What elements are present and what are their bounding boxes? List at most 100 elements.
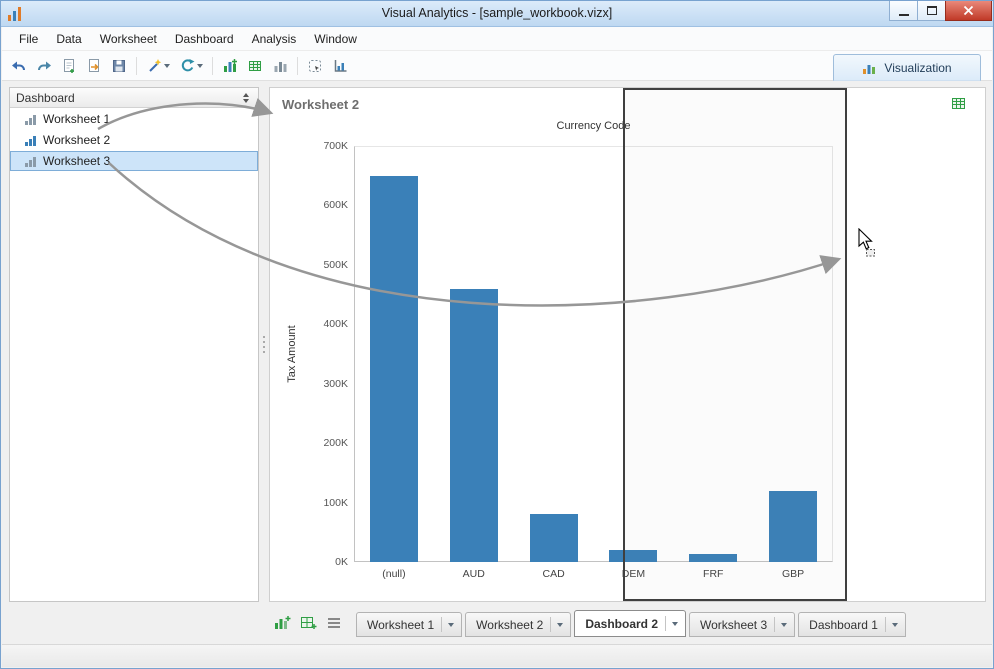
tab-dashboard-1[interactable]: Dashboard 1 [798, 612, 906, 637]
menu-item-file[interactable]: File [10, 28, 47, 50]
axes-icon [334, 59, 347, 72]
tab-label: Worksheet 2 [476, 617, 544, 632]
tab-label: Dashboard 1 [809, 617, 878, 632]
y-tick-label: 700K [323, 140, 348, 152]
minimize-icon [898, 13, 909, 16]
maximize-button[interactable] [917, 1, 946, 21]
new-worksheet-icon[interactable] [274, 615, 291, 634]
undo-button[interactable] [8, 55, 30, 77]
sheet-list-icon[interactable] [326, 616, 342, 633]
visualization-tab-icon [863, 64, 876, 74]
refresh-dropdown-icon [196, 63, 203, 68]
tab-label: Dashboard 2 [585, 616, 658, 631]
tab-dropdown-icon[interactable] [550, 617, 564, 632]
undo-icon [12, 61, 25, 70]
drag-drop-placeholder[interactable] [623, 88, 847, 601]
sidebar-item-worksheet-2[interactable]: Worksheet 2 [10, 130, 258, 150]
add-graph-icon [224, 58, 237, 72]
tab-worksheet-2[interactable]: Worksheet 2 [465, 612, 572, 637]
sidebar-item-label: Worksheet 3 [43, 154, 111, 168]
toolbar-separator [212, 56, 213, 75]
x-tick-label: (null) [382, 568, 406, 580]
close-button[interactable] [945, 1, 992, 21]
new-dashboard-icon[interactable] [300, 615, 317, 634]
redo-icon [38, 61, 51, 70]
tab-label: Worksheet 1 [367, 617, 435, 632]
marquee-select-button[interactable] [304, 55, 326, 77]
tab-label: Worksheet 3 [700, 617, 768, 632]
minimize-button[interactable] [889, 1, 918, 21]
y-tick-label: 600K [323, 199, 348, 212]
wizard-dropdown-icon [163, 63, 170, 68]
tab-dropdown-icon[interactable] [774, 617, 788, 632]
x-tick-label: CAD [542, 568, 565, 580]
new-document-icon [64, 58, 74, 73]
tab-dropdown-icon[interactable] [884, 617, 898, 632]
window-title: Visual Analytics - [sample_workbook.vizx… [381, 6, 613, 20]
caption-buttons [889, 1, 992, 21]
bar-chart-icon [25, 135, 36, 146]
menu-item-analysis[interactable]: Analysis [243, 28, 306, 50]
sidebar-spinner-icon[interactable] [240, 91, 252, 105]
menu-item-dashboard[interactable]: Dashboard [166, 28, 243, 50]
y-tick-label: 400K [323, 318, 348, 331]
open-icon [89, 58, 99, 72]
canvas-corner-table-icon[interactable] [951, 96, 966, 114]
tab-worksheet-3[interactable]: Worksheet 3 [689, 612, 796, 637]
save-button[interactable] [108, 55, 130, 77]
new-document-button[interactable] [58, 55, 80, 77]
open-button[interactable] [83, 55, 105, 77]
sheet-tab-strip: Worksheet 1 Worksheet 2 Dashboard 2 Workshe… [269, 607, 986, 637]
sidebar-item-label: Worksheet 1 [43, 112, 111, 126]
x-tick-label: AUD [462, 568, 485, 580]
visualization-tab-label: Visualization [884, 60, 952, 75]
panel-title: Worksheet 2 [282, 97, 360, 112]
sidebar-item-label: Worksheet 2 [43, 133, 111, 147]
y-tick-label: 300K [323, 377, 348, 390]
close-icon [963, 5, 974, 16]
bar-chart-icon [274, 61, 287, 72]
sidebar-item-worksheet-1[interactable]: Worksheet 1 [10, 109, 258, 129]
tab-dashboard-2[interactable]: Dashboard 2 [574, 610, 686, 637]
bar-cad[interactable] [529, 514, 578, 562]
bar-chart-button[interactable] [269, 55, 291, 77]
bar-aud[interactable] [449, 288, 498, 562]
title-bar: Visual Analytics - [sample_workbook.vizx… [1, 1, 993, 27]
y-tick-label: 200K [323, 437, 348, 450]
menu-item-window[interactable]: Window [305, 28, 366, 50]
tab-worksheet-1[interactable]: Worksheet 1 [356, 612, 463, 637]
add-table-button[interactable] [244, 55, 266, 77]
sidebar: Dashboard Worksheet 1 Worksheet 2 Workshee… [9, 87, 259, 602]
sidebar-header-label: Dashboard [16, 90, 75, 105]
axes-button[interactable] [329, 55, 351, 77]
dashboard-canvas: Worksheet 2 Currency Code Tax Amount 0K 1… [269, 87, 986, 602]
wizard-wand-icon [148, 59, 161, 72]
tab-dropdown-icon[interactable] [441, 617, 455, 632]
y-tick-label: 500K [323, 258, 348, 271]
toolbar-separator [136, 56, 137, 75]
bar-chart-icon [25, 114, 36, 125]
bar-chart-icon [25, 156, 36, 167]
marquee-select-icon [309, 59, 321, 72]
menu-bar: File Data Worksheet Dashboard Analysis Window [2, 27, 992, 51]
pane-splitter[interactable] [259, 87, 269, 602]
toolbar-separator [297, 56, 298, 75]
wizard-button[interactable] [143, 55, 173, 77]
redo-button[interactable] [33, 55, 55, 77]
refresh-icon [181, 59, 194, 72]
menu-item-data[interactable]: Data [47, 28, 90, 50]
menu-item-worksheet[interactable]: Worksheet [91, 28, 166, 50]
add-graph-button[interactable] [219, 55, 241, 77]
sheet-tabs: Worksheet 1 Worksheet 2 Dashboard 2 Workshe… [356, 610, 909, 637]
sidebar-header-dropdown[interactable]: Dashboard [10, 88, 258, 108]
y-axis-label: Tax Amount [286, 325, 298, 383]
refresh-button[interactable] [176, 55, 206, 77]
bar-null[interactable] [369, 175, 418, 562]
tab-visualization[interactable]: Visualization [833, 54, 981, 81]
tab-dropdown-icon[interactable] [665, 616, 678, 631]
maximize-icon [926, 6, 937, 15]
sidebar-item-worksheet-3[interactable]: Worksheet 3 [10, 151, 258, 171]
add-table-icon [249, 60, 261, 71]
y-tick-label: 0K [335, 556, 348, 568]
sheet-strip-icons [269, 611, 342, 637]
